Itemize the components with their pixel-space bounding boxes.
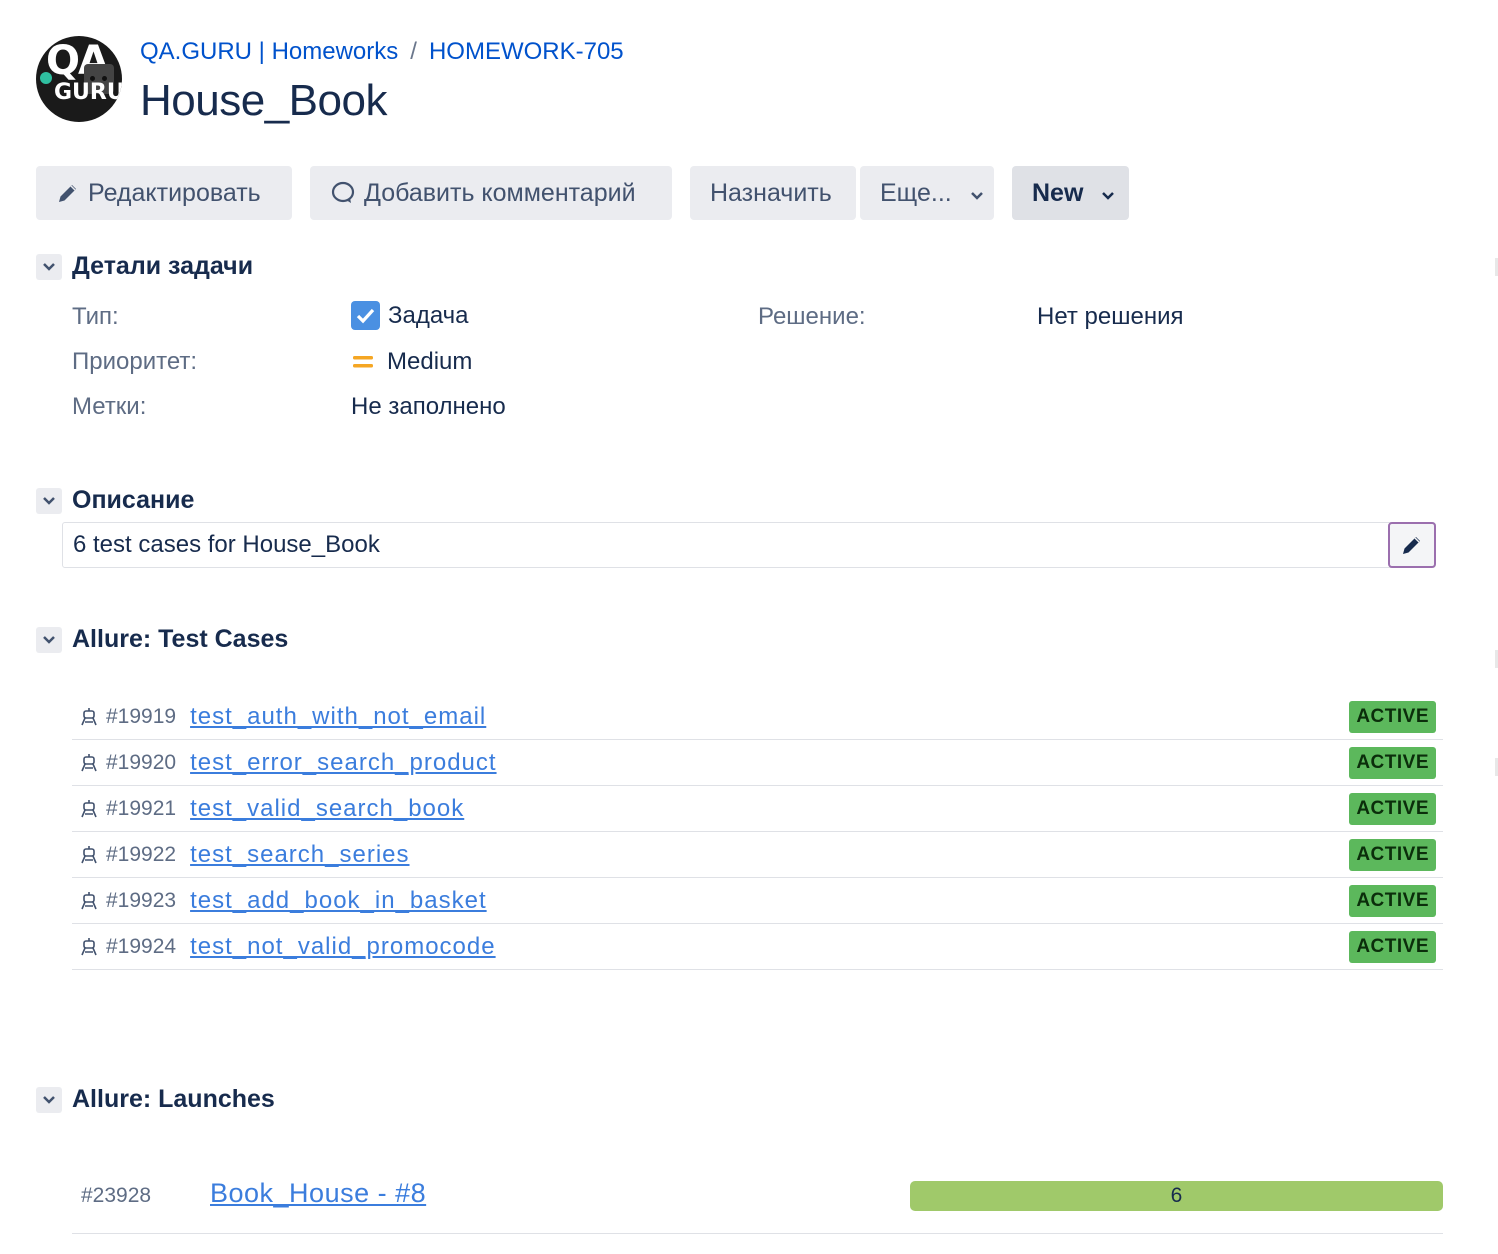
robot-icon [80, 845, 100, 865]
launch-passed-count: 6 [1170, 1184, 1183, 1207]
test-case-link[interactable]: test_valid_search_book [190, 795, 464, 823]
breadcrumb-project-link[interactable]: QA.GURU | Homeworks [140, 38, 398, 66]
assign-button[interactable]: Назначить [690, 166, 856, 220]
status-badge: ACTIVE [1349, 885, 1436, 917]
breadcrumb-issue-link[interactable]: HOMEWORK-705 [429, 38, 624, 66]
test-case-link[interactable]: test_error_search_product [190, 749, 496, 777]
type-value-text: Задача [388, 301, 469, 329]
robot-icon [80, 937, 100, 957]
task-checkbox-icon [351, 301, 380, 330]
breadcrumb: QA.GURU | Homeworks / HOMEWORK-705 [140, 38, 624, 66]
collapse-toggle-icon[interactable] [36, 1086, 62, 1113]
details-section-header[interactable]: Детали задачи [36, 252, 253, 281]
test-case-link[interactable]: test_search_series [190, 841, 409, 869]
test-case-row: #19920 test_error_search_product ACTIVE [72, 740, 1443, 786]
description-section-title: Описание [72, 486, 195, 514]
resolution-label: Решение: [758, 303, 866, 330]
test-case-row: #19919 test_auth_with_not_email ACTIVE [72, 694, 1443, 740]
test-cases-section-title: Allure: Test Cases [72, 625, 289, 653]
launches-section-title: Allure: Launches [72, 1085, 275, 1113]
test-case-link[interactable]: test_not_valid_promocode [190, 933, 496, 961]
type-label: Тип: [72, 303, 119, 330]
description-section-header[interactable]: Описание [36, 486, 194, 515]
edit-description-button[interactable] [1388, 522, 1436, 568]
more-dropdown-label: Еще... [880, 178, 952, 207]
pencil-icon [56, 181, 80, 205]
edit-button-label: Редактировать [88, 178, 261, 207]
priority-value-text: Medium [387, 348, 473, 375]
resolution-value: Нет решения [1037, 303, 1184, 330]
test-case-id: #19919 [106, 704, 177, 728]
page-title: House_Book [140, 76, 387, 125]
test-case-id: #19920 [106, 750, 177, 774]
robot-icon [80, 891, 100, 911]
assign-button-label: Назначить [710, 178, 832, 207]
type-value: Задача [351, 301, 469, 330]
status-badge: ACTIVE [1349, 793, 1436, 825]
robot-icon [80, 753, 100, 773]
status-badge: ACTIVE [1349, 701, 1436, 733]
test-case-link[interactable]: test_add_book_in_basket [190, 887, 487, 915]
add-comment-button-label: Добавить комментарий [364, 178, 636, 207]
collapse-toggle-icon[interactable] [36, 626, 62, 653]
status-badge: ACTIVE [1349, 839, 1436, 871]
priority-label: Приоритет: [72, 348, 198, 375]
collapse-toggle-icon[interactable] [36, 253, 62, 280]
priority-value: Medium [351, 348, 472, 376]
status-dropdown-label: New [1032, 178, 1084, 207]
test-case-row: #19921 test_valid_search_book ACTIVE [72, 786, 1443, 832]
details-section-title: Детали задачи [72, 252, 254, 280]
launch-link[interactable]: Book_House - #8 [210, 1178, 426, 1209]
test-case-row: #19922 test_search_series ACTIVE [72, 832, 1443, 878]
labels-label: Метки: [72, 393, 147, 420]
test-case-row: #19924 test_not_valid_promocode ACTIVE [72, 924, 1443, 970]
add-comment-button[interactable]: Добавить комментарий [310, 166, 672, 220]
test-case-id: #19924 [106, 934, 177, 958]
more-dropdown[interactable]: Еще... [860, 166, 994, 220]
description-text: 6 test cases for House_Book [73, 531, 380, 558]
description-field[interactable]: 6 test cases for House_Book [62, 522, 1436, 568]
status-badge: ACTIVE [1349, 931, 1436, 963]
test-case-id: #19921 [106, 796, 177, 820]
labels-value: Не заполнено [351, 393, 506, 420]
test-case-id: #19923 [106, 888, 177, 912]
test-cases-section-header[interactable]: Allure: Test Cases [36, 625, 288, 654]
edit-button[interactable]: Редактировать [36, 166, 292, 220]
chevron-down-icon [970, 179, 984, 208]
priority-medium-icon [351, 354, 375, 370]
status-badge: ACTIVE [1349, 747, 1436, 779]
test-case-link[interactable]: test_auth_with_not_email [190, 703, 486, 731]
launch-result-bar: 6 [910, 1181, 1443, 1211]
collapse-toggle-icon[interactable] [36, 487, 62, 514]
breadcrumb-separator: / [410, 38, 417, 65]
chevron-down-icon [1101, 179, 1115, 208]
comment-icon [330, 180, 356, 206]
launch-id: #23928 [81, 1184, 152, 1207]
test-case-id: #19922 [106, 842, 177, 866]
launch-row: #23928 Book_House - #8 6 [72, 1162, 1443, 1234]
status-dropdown[interactable]: New [1012, 166, 1129, 220]
robot-icon [80, 707, 100, 727]
pencil-icon [1400, 533, 1424, 557]
test-case-row: #19923 test_add_book_in_basket ACTIVE [72, 878, 1443, 924]
robot-icon [80, 799, 100, 819]
launches-section-header[interactable]: Allure: Launches [36, 1085, 275, 1114]
project-avatar[interactable]: QA GURU [36, 36, 122, 122]
